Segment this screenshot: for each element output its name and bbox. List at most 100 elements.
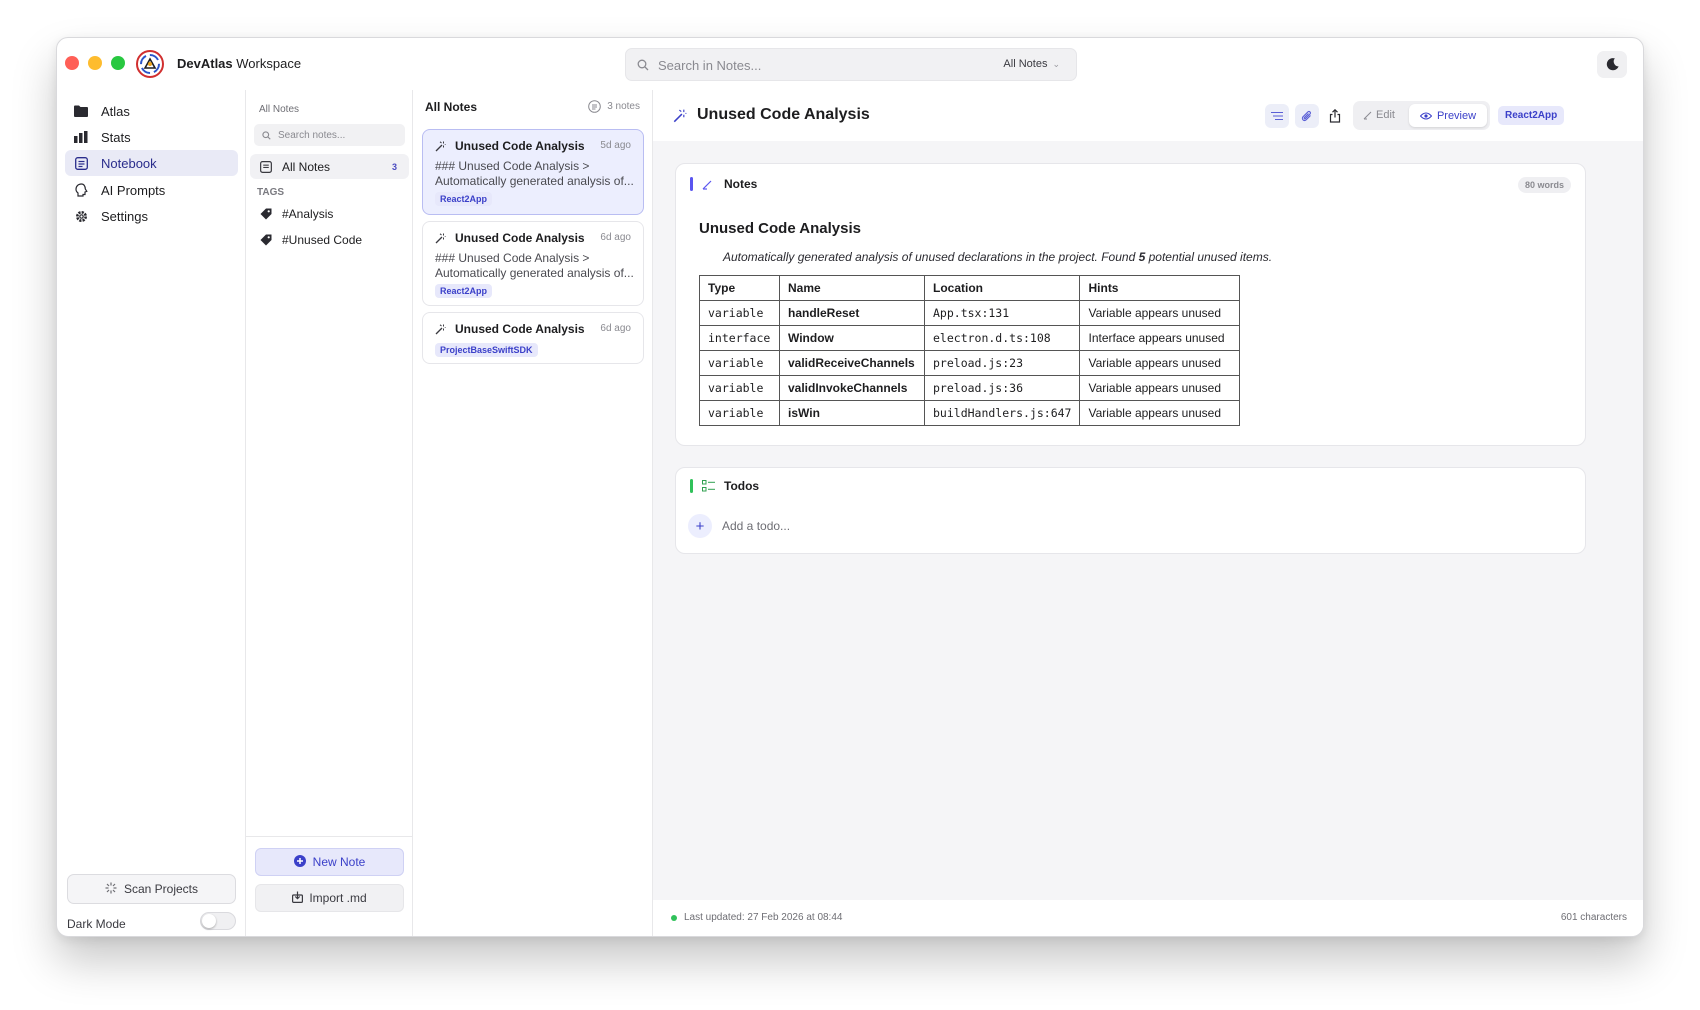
moon-icon: [1606, 58, 1619, 71]
import-icon: [292, 891, 304, 906]
checklist-icon: [702, 480, 715, 492]
table-cell: variable: [699, 350, 780, 376]
note-title: Unused Code Analysis: [455, 231, 585, 245]
eye-icon: [1419, 112, 1432, 119]
all-notes-count-badge: 3: [391, 161, 397, 172]
note-card[interactable]: Unused Code Analysis 6d ago ### Unused C…: [422, 221, 644, 306]
tags-header: TAGS: [257, 187, 285, 198]
todos-section: Todos + Add a todo...: [675, 467, 1586, 554]
share-button[interactable]: [1323, 104, 1347, 128]
column-header: Location: [923, 275, 1081, 301]
scan-projects-button[interactable]: Scan Projects: [67, 874, 236, 904]
wand-icon: [673, 109, 687, 123]
pencil-icon: [1363, 111, 1372, 119]
sidebar-item-label: Notebook: [101, 155, 157, 171]
note-card[interactable]: Unused Code Analysis 6d ago ProjectBaseS…: [422, 312, 644, 364]
notes-search-placeholder: Search notes...: [278, 129, 346, 141]
word-count-badge: 80 words: [1517, 177, 1571, 193]
app-window: DevAtlas Workspace Search in Notes... Al…: [56, 37, 1644, 937]
notes-section: Notes 80 words Unused Code Analysis Auto…: [675, 163, 1586, 446]
notebook-filter-panel: All Notes Search notes... All Notes 3 TA…: [246, 90, 413, 936]
note-timestamp: 6d ago: [600, 323, 631, 334]
todos-section-label: Todos: [724, 479, 760, 493]
note-snippet: ### Unused Code Analysis > Automatically…: [435, 159, 634, 188]
dark-mode-toggle[interactable]: [200, 912, 236, 930]
wand-icon: [435, 324, 446, 335]
search-scope-dropdown[interactable]: All Notes ⌄: [1003, 58, 1060, 70]
outline-button[interactable]: [1265, 104, 1289, 128]
summary-text-before: Automatically generated analysis of unus…: [723, 250, 1139, 264]
plus-icon: +: [695, 517, 705, 535]
table-cell: Window: [779, 325, 925, 351]
close-window-button[interactable]: [65, 56, 79, 70]
tag-label: #Analysis: [282, 207, 334, 221]
column-header: Name: [779, 275, 925, 301]
zoom-window-button[interactable]: [111, 56, 125, 70]
edit-mode-label: Edit: [1376, 109, 1395, 121]
table-header-row: Type Name Location Hints: [699, 275, 1241, 301]
new-note-button[interactable]: New Note: [255, 848, 404, 876]
tag-icon: [260, 208, 272, 220]
notes-search-input[interactable]: Search notes...: [254, 124, 405, 146]
add-todo-input[interactable]: Add a todo...: [722, 519, 790, 533]
notes-accent-bar: [690, 177, 693, 191]
table-cell: preload.js:23: [923, 350, 1081, 376]
note-title: Unused Code Analysis: [455, 139, 585, 153]
theme-toggle-button[interactable]: [1597, 51, 1627, 78]
sidebar-item-settings[interactable]: Settings: [65, 203, 238, 229]
note-title: Unused Code Analysis: [455, 322, 585, 336]
table-cell: App.tsx:131: [923, 300, 1081, 326]
table-cell: variable: [699, 400, 780, 426]
sidebar-item-label: Settings: [101, 208, 148, 224]
sidebar-item-ai-prompts[interactable]: AI Prompts: [65, 177, 238, 203]
import-md-label: Import .md: [309, 891, 367, 905]
edit-mode-button[interactable]: Edit: [1363, 109, 1395, 121]
pencil-icon: [702, 179, 713, 190]
tag-icon: [260, 234, 272, 246]
note-project-tag: ProjectBaseSwiftSDK: [435, 343, 538, 357]
notes-list-panel: All Notes 3 notes Unused Code Analysis 5…: [413, 90, 653, 936]
character-count: 601 characters: [1560, 912, 1627, 923]
filter-all-notes[interactable]: All Notes 3: [250, 154, 409, 179]
summary-text-after: potential unused items.: [1145, 250, 1273, 264]
filter-panel-header: All Notes: [259, 104, 300, 115]
tag-label: #Unused Code: [282, 233, 363, 247]
note-detail-body: Notes 80 words Unused Code Analysis Auto…: [653, 141, 1643, 900]
note-card[interactable]: Unused Code Analysis 5d ago ### Unused C…: [422, 129, 644, 215]
bar-chart-icon: [73, 131, 89, 143]
notes-count: 3 notes: [588, 100, 640, 113]
add-todo-button[interactable]: +: [688, 514, 712, 538]
minimize-window-button[interactable]: [88, 56, 102, 70]
sidebar-item-stats[interactable]: Stats: [65, 124, 238, 150]
plus-circle-icon: [293, 854, 306, 870]
note-snippet: ### Unused Code Analysis > Automatically…: [435, 251, 634, 280]
search-scope-label: All Notes: [1003, 58, 1048, 70]
sidebar-item-label: Stats: [101, 129, 131, 145]
table-cell: isWin: [779, 400, 925, 426]
note-detail-title: Unused Code Analysis: [697, 106, 870, 123]
sidebar-item-notebook[interactable]: Notebook: [65, 150, 238, 176]
last-updated-text: Last updated: 27 Feb 2026 at 08:44: [684, 912, 843, 923]
sidebar: Atlas Stats Notebook AI Prompts Settings…: [57, 90, 246, 936]
tag-item-unused-code[interactable]: #Unused Code: [260, 230, 362, 250]
table-cell: Variable appears unused: [1079, 400, 1241, 426]
import-md-button[interactable]: Import .md: [255, 884, 404, 912]
tag-item-analysis[interactable]: #Analysis: [260, 204, 333, 224]
attach-button[interactable]: [1295, 104, 1319, 128]
unused-code-table: Type Name Location Hints variable handle…: [699, 275, 1241, 426]
search-icon: [637, 58, 649, 76]
filter-all-notes-label: All Notes: [282, 159, 331, 174]
notes-list-title: All Notes: [425, 100, 478, 114]
global-search-bar[interactable]: Search in Notes... All Notes ⌄: [625, 48, 1077, 81]
status-bar: Last updated: 27 Feb 2026 at 08:44 601 c…: [653, 900, 1643, 936]
table-row: variable handleReset App.tsx:131 Variabl…: [699, 300, 1241, 326]
sidebar-item-atlas[interactable]: Atlas: [65, 98, 238, 124]
dark-mode-label: Dark Mode: [67, 917, 126, 931]
sync-status-dot: [671, 914, 677, 921]
toggle-knob: [202, 914, 216, 928]
app-title: DevAtlas Workspace: [177, 56, 301, 71]
project-badge[interactable]: React2App: [1498, 106, 1565, 125]
preview-mode-button[interactable]: Preview: [1409, 104, 1487, 127]
table-cell: validReceiveChannels: [779, 350, 925, 376]
table-cell: Variable appears unused: [1079, 350, 1241, 376]
